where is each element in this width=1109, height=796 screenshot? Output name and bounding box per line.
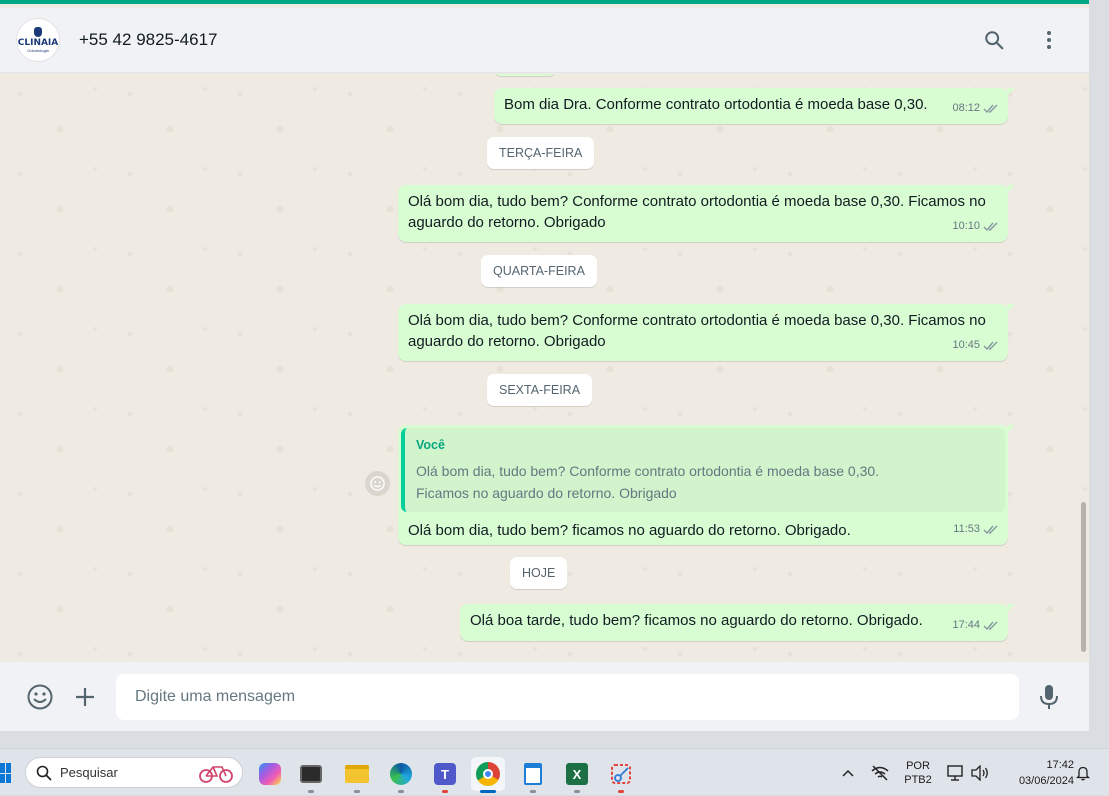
contact-name[interactable]: +55 42 9825-4617 [79, 30, 218, 50]
taskbar-search-box[interactable]: Pesquisar [25, 757, 243, 788]
emoji-icon[interactable] [25, 682, 55, 712]
smiley-icon [370, 476, 385, 491]
date-chip: SEXTA-FEIRA [487, 374, 593, 406]
message-text: Olá bom dia, tudo bem? Conforme contrato… [408, 193, 986, 231]
network-offline-icon[interactable] [869, 749, 891, 796]
message-text: Olá boa tarde, tudo bem? ficamos no agua… [470, 612, 923, 629]
emoji-reaction-button[interactable] [365, 471, 390, 496]
notepad-app-icon[interactable] [516, 757, 550, 793]
message-composer [0, 662, 1089, 731]
message-text: Olá bom dia, tudo bem? Conforme contrato… [408, 312, 986, 350]
message-meta: 10:10 [952, 216, 1000, 237]
chat-header[interactable]: CLINAIA Odontologia +55 42 9825-4617 [0, 8, 1089, 73]
read-receipt-icon [983, 621, 998, 631]
whatsapp-window: CLINAIA Odontologia +55 42 9825-4617 Bom… [0, 0, 1089, 731]
contact-avatar[interactable]: CLINAIA Odontologia [16, 18, 60, 62]
message-time: 08:12 [952, 102, 980, 114]
chrome-browser-icon[interactable] [471, 757, 505, 793]
message-text: Bom dia Dra. Conforme contrato ortodonti… [504, 96, 928, 113]
avatar-logo-text: CLINAIA [17, 38, 59, 48]
date-chip: HOJE [510, 557, 568, 589]
message-meta: 17:44 [952, 615, 1000, 636]
message-bubble[interactable]: Olá bom dia, tudo bem? Conforme contrato… [398, 185, 1015, 242]
quoted-message[interactable]: Você Olá bom dia, tudo bem? Conforme con… [401, 428, 1005, 512]
message-time: 11:53 [953, 523, 980, 535]
language-indicator[interactable]: POR PTB2 [898, 749, 938, 796]
teams-app-icon[interactable]: T [428, 757, 462, 793]
message-time: 10:45 [952, 339, 980, 351]
windows-start-icon[interactable] [0, 763, 12, 783]
volume-icon[interactable] [969, 749, 991, 796]
message-bubble[interactable]: Você Olá bom dia, tudo bem? Conforme con… [398, 425, 1015, 545]
message-bubble[interactable] [495, 74, 555, 76]
clock-time: 17:42 [1046, 758, 1074, 771]
read-receipt-icon [983, 222, 998, 232]
date-chip: TERÇA-FEIRA [487, 137, 595, 169]
search-icon[interactable] [982, 28, 1006, 52]
avatar-logo-sub: Odontologia [27, 48, 49, 53]
plus-icon[interactable] [70, 682, 100, 712]
snipping-tool-icon[interactable] [604, 757, 638, 793]
message-input[interactable] [116, 674, 1019, 720]
notification-bell-icon[interactable] [1074, 749, 1092, 796]
read-receipt-icon [983, 525, 998, 535]
read-receipt-icon [983, 341, 998, 351]
file-explorer-icon[interactable] [340, 757, 374, 793]
message-meta: 10:45 [952, 335, 1000, 356]
bicycle-icon [199, 765, 233, 783]
lang-code: POR [906, 759, 930, 772]
message-text: Olá bom dia, tudo bem? ficamos no aguard… [408, 522, 851, 539]
message-meta: 08:12 [952, 98, 1000, 119]
message-time: 17:44 [952, 619, 980, 631]
message-meta: 11:53 [953, 519, 1000, 540]
quote-text: Olá bom dia, tudo bem? Conforme contrato… [416, 463, 880, 501]
chat-messages-area[interactable]: Bom dia Dra. Conforme contrato ortodonti… [0, 74, 1089, 662]
edge-browser-icon[interactable] [384, 757, 418, 793]
copilot-app-icon[interactable] [253, 757, 287, 791]
tray-chevron-up-icon[interactable] [840, 749, 856, 796]
keyboard-layout: PTB2 [904, 773, 932, 786]
quote-author: Você [416, 438, 445, 452]
display-icon[interactable] [945, 749, 967, 796]
excel-app-icon[interactable]: X [560, 757, 594, 793]
read-receipt-icon [983, 104, 998, 114]
message-bubble[interactable]: Bom dia Dra. Conforme contrato ortodonti… [494, 88, 1015, 124]
taskbar-search-label: Pesquisar [60, 765, 118, 780]
more-options-icon[interactable] [1037, 28, 1061, 52]
tooth-logo-icon [34, 27, 42, 37]
terminal-app-icon[interactable] [294, 757, 328, 793]
message-bubble[interactable]: Olá bom dia, tudo bem? Conforme contrato… [398, 304, 1015, 361]
message-bubble[interactable]: Olá boa tarde, tudo bem? ficamos no agua… [460, 604, 1015, 641]
search-icon [36, 765, 52, 781]
microphone-icon[interactable] [1034, 682, 1064, 712]
clock-date: 03/06/2024 [1018, 774, 1074, 787]
windows-taskbar: Pesquisar T X POR PTB2 17:42 03/06/2024 [0, 748, 1109, 795]
message-time: 10:10 [952, 220, 980, 232]
taskbar-clock[interactable]: 17:42 03/06/2024 [998, 749, 1074, 796]
date-chip: QUARTA-FEIRA [481, 255, 597, 287]
chat-scrollbar[interactable] [1081, 502, 1086, 652]
